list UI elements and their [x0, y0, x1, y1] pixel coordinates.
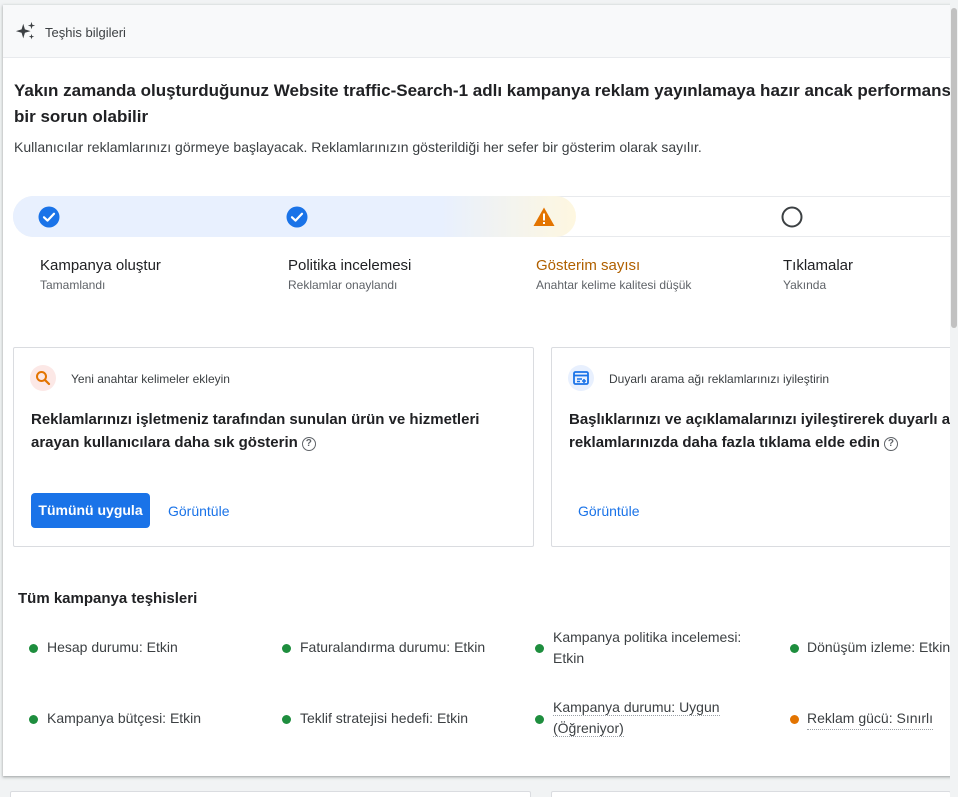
card-header: Teşhis bilgileri [3, 5, 958, 58]
step-subtitle: Reklamlar onaylandı [288, 278, 398, 292]
recommendation-description-line: reklamlarınızda daha fazla tıklama elde … [569, 434, 880, 451]
step-title: Gösterim sayısı [536, 257, 641, 274]
recommendation-label: Yeni anahtar kelimeler ekleyin [71, 372, 230, 386]
diagnostic-item: Kampanya politika incelemesi: Etkin [553, 627, 741, 669]
sparkle-icon [15, 21, 36, 40]
diagnostic-item-ad-strength[interactable]: Reklam gücü: Sınırlı [807, 708, 934, 730]
diagnostic-item-campaign-status[interactable]: Kampanya durumu: Uygun (Öğreniyor) [553, 697, 720, 739]
page-subtext: Kullanıcılar reklamlarınızı görmeye başl… [14, 139, 702, 155]
recommendation-card-responsive-ads: Duyarlı arama ağı reklamlarınızı iyileşt… [551, 347, 958, 547]
diagnostic-item: Dönüşüm izleme: Etkin [807, 639, 951, 655]
diagnostic-item-line: (Öğreniyor) [553, 720, 624, 737]
recommendation-description: Başlıklarınızı ve açıklamalarınızı iyile… [569, 408, 958, 454]
page-headline: Yakın zamanda oluşturduğunuz Website tra… [14, 81, 958, 126]
status-dot-icon [535, 644, 544, 653]
scrollbar-thumb[interactable] [951, 8, 957, 328]
diagnostic-item: Teklif stratejisi hedefi: Etkin [300, 710, 469, 726]
status-dot-icon [29, 715, 38, 724]
empty-circle-icon [781, 206, 803, 228]
check-circle-icon [286, 206, 308, 228]
status-dot-icon [29, 644, 38, 653]
next-card [10, 791, 531, 797]
help-icon[interactable]: ? [301, 437, 316, 451]
recommendation-description-line: Başlıklarınızı ve açıklamalarınızı iyile… [569, 411, 958, 428]
recommendation-description: Reklamlarınızı işletmeniz tarafından sun… [31, 408, 479, 454]
recommendation-description-line: arayan kullanıcılara daha sık gösterin [31, 434, 298, 451]
step-subtitle: Tamamlandı [40, 278, 106, 292]
status-dot-icon [790, 644, 799, 653]
step-subtitle: Yakında [783, 278, 827, 292]
status-dot-icon [535, 715, 544, 724]
diagnostic-item: Kampanya bütçesi: Etkin [47, 710, 202, 726]
next-card [551, 791, 951, 797]
diagnostic-item-line: Kampanya politika incelemesi: [553, 629, 742, 645]
recommendation-description-line: Reklamlarınızı işletmeniz tarafından sun… [31, 411, 480, 428]
diagnostics-title: Tüm kampanya teşhisleri [18, 590, 198, 607]
diagnostic-item: Hesap durumu: Etkin [47, 639, 178, 655]
step-title: Kampanya oluştur [40, 257, 161, 274]
diagnostics-card: Teşhis bilgileri Yakın zamanda oluşturdu… [3, 5, 958, 776]
diagnostic-item-line: Etkin [553, 650, 585, 666]
apply-all-button[interactable]: Tümünü uygula [31, 493, 150, 528]
step-title: Tıklamalar [783, 257, 854, 274]
step-subtitle: Anahtar kelime kalitesi düşük [536, 278, 692, 292]
diagnostic-item-line: Kampanya durumu: Uygun [553, 699, 720, 716]
recommendation-label: Duyarlı arama ağı reklamlarınızı iyileşt… [609, 372, 830, 386]
status-dot-icon [282, 644, 291, 653]
header-title: Teşhis bilgileri [45, 25, 126, 40]
status-dot-icon [790, 715, 799, 724]
view-link[interactable]: Görüntüle [168, 503, 229, 519]
diagnostic-item: Faturalandırma durumu: Etkin [300, 639, 486, 655]
help-icon[interactable]: ? [883, 437, 898, 451]
ad-edit-icon [568, 365, 594, 391]
step-title: Politika incelemesi [288, 257, 412, 274]
check-circle-icon [38, 206, 60, 228]
status-dot-icon [282, 715, 291, 724]
view-link[interactable]: Görüntüle [578, 503, 639, 519]
warning-icon [533, 207, 555, 226]
search-icon [30, 365, 56, 391]
recommendation-card-keywords: Yeni anahtar kelimeler ekleyin Reklamlar… [13, 347, 534, 547]
